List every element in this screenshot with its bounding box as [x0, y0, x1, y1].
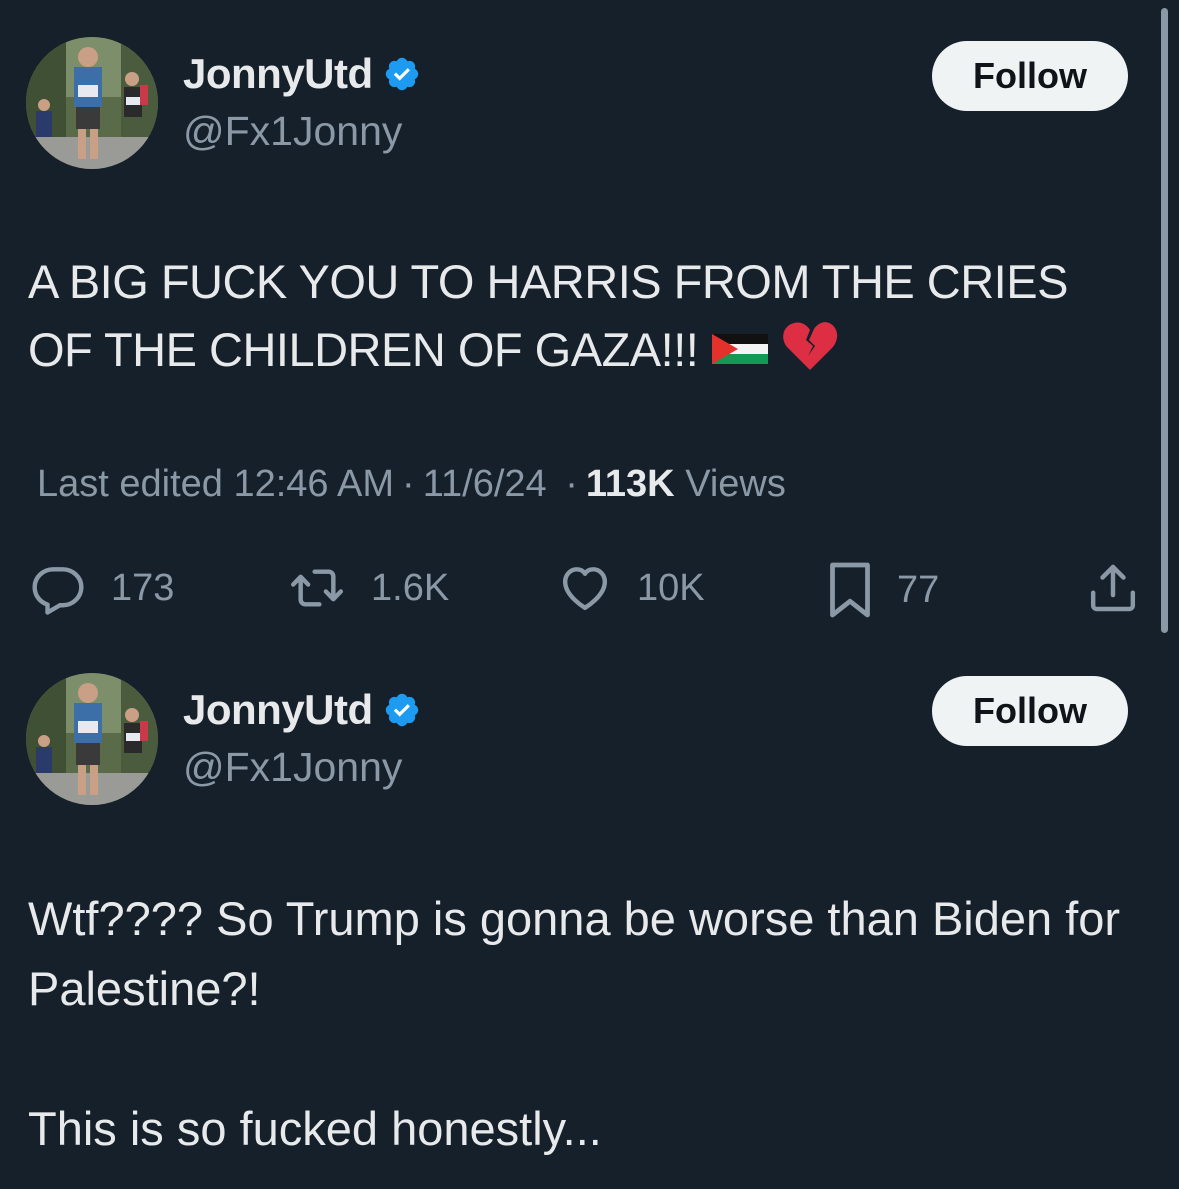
tweet: JonnyUtd @Fx1Jonny Follow A BIG FUCK YOU…: [0, 0, 1179, 650]
tweet-date[interactable]: 11/6/24: [423, 463, 547, 505]
like-count: 10K: [637, 566, 705, 609]
broken-heart-icon: [782, 318, 838, 390]
reply-button[interactable]: 173: [27, 560, 174, 616]
author-row: JonnyUtd: [183, 686, 421, 734]
tweet-text-body: A BIG FUCK YOU TO HARRIS FROM THE CRIES …: [28, 255, 1081, 376]
handle[interactable]: @Fx1Jonny: [183, 744, 402, 791]
share-icon: [1085, 560, 1141, 616]
tweet-text: Wtf???? So Trump is gonna be worse than …: [28, 892, 1121, 1155]
bookmark-icon: [825, 560, 875, 620]
verified-badge-icon: [383, 691, 421, 729]
repost-button[interactable]: 1.6K: [285, 560, 449, 616]
tweet-text: A BIG FUCK YOU TO HARRIS FROM THE CRIES …: [28, 248, 1138, 390]
repost-icon: [285, 560, 349, 616]
display-name[interactable]: JonnyUtd: [183, 686, 373, 734]
reply-count: 173: [111, 566, 175, 609]
separator: ·: [554, 463, 578, 505]
verified-badge-icon: [383, 55, 421, 93]
tweet: JonnyUtd @Fx1Jonny Follow Wtf???? So Tru…: [0, 640, 1179, 1189]
heart-icon: [555, 560, 615, 616]
bookmark-count: 77: [897, 568, 940, 611]
share-button[interactable]: [1085, 560, 1141, 616]
separator: ·: [402, 463, 415, 505]
avatar[interactable]: [26, 673, 158, 805]
follow-button[interactable]: Follow: [932, 41, 1128, 111]
action-bar: 173 1.6K 10K 77: [0, 560, 1179, 618]
follow-button[interactable]: Follow: [932, 676, 1128, 746]
views-label: Views: [685, 463, 786, 505]
author-row: JonnyUtd: [183, 50, 421, 98]
repost-count: 1.6K: [371, 566, 450, 609]
reply-icon: [27, 560, 89, 616]
avatar[interactable]: [26, 37, 158, 169]
tweet-meta: Last edited 12:46 AM · 11/6/24 · 113K Views: [37, 463, 786, 506]
palestine-flag-icon: [712, 320, 770, 388]
like-button[interactable]: 10K: [555, 560, 705, 616]
edited-timestamp[interactable]: Last edited 12:46 AM: [37, 463, 394, 505]
bookmark-button[interactable]: 77: [825, 560, 939, 620]
handle[interactable]: @Fx1Jonny: [183, 108, 402, 155]
views-count: 113K: [585, 463, 675, 505]
display-name[interactable]: JonnyUtd: [183, 50, 373, 98]
